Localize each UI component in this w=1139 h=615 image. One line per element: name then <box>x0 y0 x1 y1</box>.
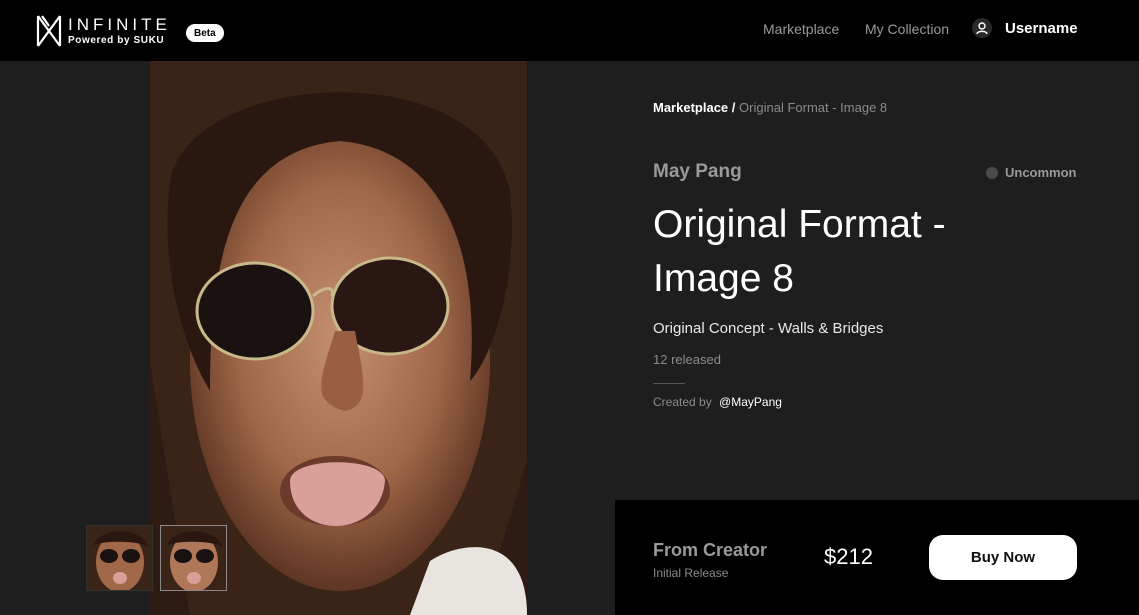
infinite-logo-icon <box>36 15 62 47</box>
breadcrumb-separator: / <box>731 100 736 115</box>
creator-handle-link[interactable]: @MayPang <box>719 395 782 409</box>
release-type: Initial Release <box>653 566 729 580</box>
user-avatar-icon <box>972 18 992 38</box>
thumbnail-2[interactable] <box>160 525 227 591</box>
logo-text: INFINITE Powered by SUKU <box>68 14 171 47</box>
brand-logo[interactable]: INFINITE Powered by SUKU <box>36 14 171 48</box>
logo-wordmark: INFINITE <box>68 14 171 34</box>
nav-my-collection-link[interactable]: My Collection <box>865 21 949 37</box>
breadcrumb-marketplace-link[interactable]: Marketplace <box>653 100 728 115</box>
top-navigation-bar: INFINITE Powered by SUKU Beta Marketplac… <box>0 0 1139 61</box>
thumbnail-1[interactable] <box>86 525 153 591</box>
rarity-badge: Uncommon <box>986 165 1077 180</box>
divider <box>653 383 685 384</box>
breadcrumb: Marketplace / Original Format - Image 8 <box>653 100 887 115</box>
buy-now-button[interactable]: Buy Now <box>929 535 1077 580</box>
creator-name: May Pang <box>653 161 742 182</box>
logo-tagline: Powered by SUKU <box>68 34 165 46</box>
purchase-source: From Creator <box>653 540 768 560</box>
created-by: Created by @MayPang <box>653 395 782 409</box>
item-title: Original Format - Image 8 <box>653 203 946 300</box>
breadcrumb-current: Original Format - Image 8 <box>739 100 888 115</box>
user-menu[interactable]: Username <box>972 18 1078 38</box>
item-concept: Original Concept - Walls & Bridges <box>653 320 884 337</box>
rarity-label: Uncommon <box>1005 165 1077 180</box>
username-label: Username <box>1005 19 1078 37</box>
price: $212 <box>824 544 873 569</box>
beta-badge: Beta <box>186 24 224 42</box>
rarity-dot-icon <box>986 166 998 179</box>
purchase-panel: From Creator Initial Release $212 Buy No… <box>615 500 1139 615</box>
released-count: 12 released <box>653 352 721 367</box>
nav-marketplace-link[interactable]: Marketplace <box>763 21 839 37</box>
created-by-label: Created by <box>653 395 712 409</box>
